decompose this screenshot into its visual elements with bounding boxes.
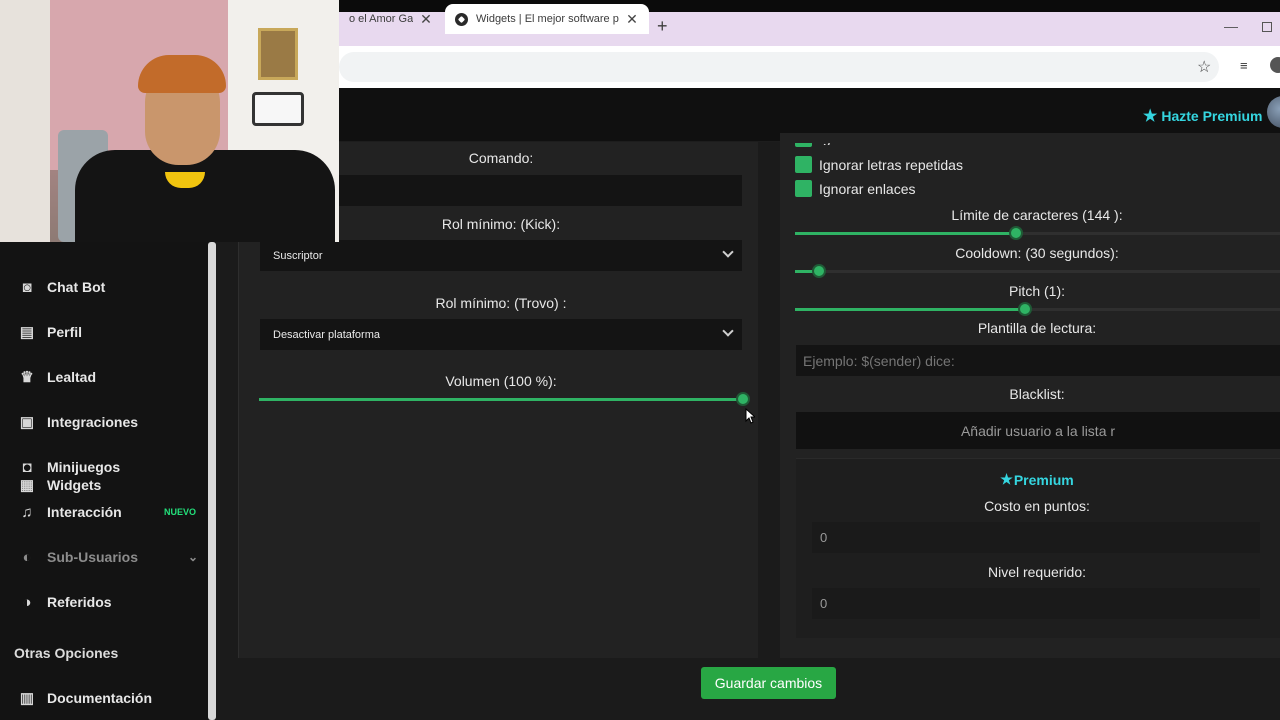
sidebar-item-interaccion[interactable]: ♫ Interacción NUEVO (0, 494, 208, 530)
kick-role-value: Suscriptor (273, 249, 323, 262)
char-limit-label: Límite de caracteres (144 ): (951, 207, 1123, 223)
save-changes-button[interactable]: Guardar cambios (701, 667, 836, 699)
star-icon: ★ (1000, 471, 1013, 487)
robot-icon: ◙ (22, 278, 32, 296)
bookmark-star-icon[interactable]: ☆ (1197, 57, 1211, 77)
sidebar-item-sub-usuarios[interactable]: ◐ Sub-Usuarios ⌄ (0, 539, 208, 575)
sidebar-item-referidos[interactable]: ◑ Referidos (0, 584, 208, 620)
star-icon: ★ (1143, 108, 1158, 125)
sidebar-item-documentacion[interactable]: ▥ Documentación (0, 680, 208, 716)
volume-slider-handle[interactable] (736, 392, 750, 406)
scroll-clip (780, 133, 1280, 143)
sidebar-item-label: Minijuegos (47, 459, 121, 475)
checkbox-label: Ignorar enlaces (819, 181, 916, 197)
sidebar-item-label: Chat Bot (47, 279, 106, 295)
sidebar-item-label: Sub-Usuarios (47, 549, 139, 565)
sidebar-item-minijuegos[interactable]: ◘ Minijuegos (0, 449, 208, 485)
trovo-role-value: Desactivar plataforma (273, 328, 380, 341)
level-label: Nivel requerido: (987, 564, 1087, 580)
premium-title-text: Premium (1013, 471, 1074, 488)
premium-section-title: ★ Premium (796, 471, 1278, 488)
checkbox-ignore-repeated-letters[interactable] (795, 156, 812, 173)
pitch-slider-fill (795, 308, 1026, 311)
checkbox-ignore-links[interactable] (795, 180, 812, 197)
music-icon: ♫ (21, 503, 33, 521)
volume-label: Volumen (100 %): (445, 373, 557, 389)
level-input[interactable]: 0 (812, 588, 1260, 619)
maximize-icon[interactable] (1262, 22, 1272, 32)
volume-slider-fill (259, 398, 743, 401)
sidebar-item-label: Interacción (47, 504, 122, 520)
sidebar-item-perfil[interactable]: ▤ Perfil (0, 314, 208, 350)
new-tab-button[interactable]: + (657, 16, 668, 37)
address-bar[interactable] (339, 52, 1219, 82)
chevron-down-icon (722, 325, 734, 337)
sidebar-item-label: Perfil (47, 324, 83, 340)
cooldown-slider-track[interactable] (795, 270, 1280, 273)
referrals-icon: ◑ (22, 593, 32, 611)
char-limit-slider-handle[interactable] (1008, 226, 1023, 240)
new-badge: NUEVO (163, 507, 196, 517)
mouse-cursor-icon (745, 408, 755, 424)
sidebar-item-chat-bot[interactable]: ◙ Chat Bot (0, 269, 208, 305)
gamepad-icon: ◘ (22, 458, 32, 476)
hazte-premium-link[interactable]: ★ Hazte Premium (1143, 106, 1263, 126)
browser-tab-1[interactable]: o el Amor Gay e ✕ (339, 4, 443, 34)
profile-avatar[interactable] (1270, 57, 1280, 73)
close-icon[interactable]: ✕ (625, 11, 639, 28)
template-label: Plantilla de lectura: (977, 320, 1097, 336)
docs-icon: ▥ (19, 690, 35, 707)
kick-role-select[interactable]: Suscriptor (260, 240, 742, 271)
cost-input[interactable]: 0 (812, 522, 1260, 553)
site-favicon-icon (455, 12, 468, 26)
trovo-role-label: Rol mínimo: (Trovo) : (435, 295, 567, 311)
browser-tab-2[interactable]: Widgets | El mejor software par ✕ (445, 4, 649, 34)
cost-label: Costo en puntos: (984, 498, 1090, 514)
premium-link-label: Hazte Premium (1161, 108, 1263, 124)
id-card-icon: ▤ (19, 324, 35, 341)
sidebar-item-label: Integraciones (47, 414, 139, 430)
chevron-down-icon (722, 246, 734, 258)
chevron-down-icon: ⌄ (187, 550, 198, 564)
checkbox-label: Ignorar letras repetidas (819, 157, 963, 173)
sidebar-section-title: Otras Opciones (14, 645, 119, 661)
sidebar-item-integraciones[interactable]: ▣ Integraciones (0, 404, 208, 440)
pitch-label: Pitch (1): (1008, 283, 1065, 299)
tab-title: o el Amor Gay e (349, 13, 413, 25)
close-icon[interactable]: ✕ (419, 11, 433, 28)
webcam-overlay (0, 0, 339, 242)
cooldown-label: Cooldown: (30 segundos): (955, 245, 1119, 261)
trovo-role-select[interactable]: Desactivar plataforma (260, 319, 742, 350)
integrations-icon: ▣ (19, 414, 35, 431)
sidebar-item-label: Lealtad (47, 369, 97, 385)
trophy-icon: ♛ (20, 369, 34, 386)
minimize-icon[interactable]: — (1224, 18, 1238, 34)
reading-list-icon[interactable]: ≡ (1240, 58, 1248, 73)
sidebar-item-label: Documentación (47, 690, 153, 706)
sidebar-item-lealtad[interactable]: ♛ Lealtad (0, 359, 208, 395)
users-icon: ◐ (22, 548, 32, 566)
blacklist-input[interactable]: Añadir usuario a la lista r (796, 412, 1280, 449)
blacklist-label: Blacklist: (1009, 386, 1065, 402)
sidebar-scrollbar[interactable] (208, 242, 216, 720)
tab-title: Widgets | El mejor software par (476, 13, 619, 25)
sidebar-item-label: Referidos (47, 594, 112, 610)
template-input[interactable] (796, 345, 1280, 376)
char-limit-slider-fill (795, 232, 1016, 235)
